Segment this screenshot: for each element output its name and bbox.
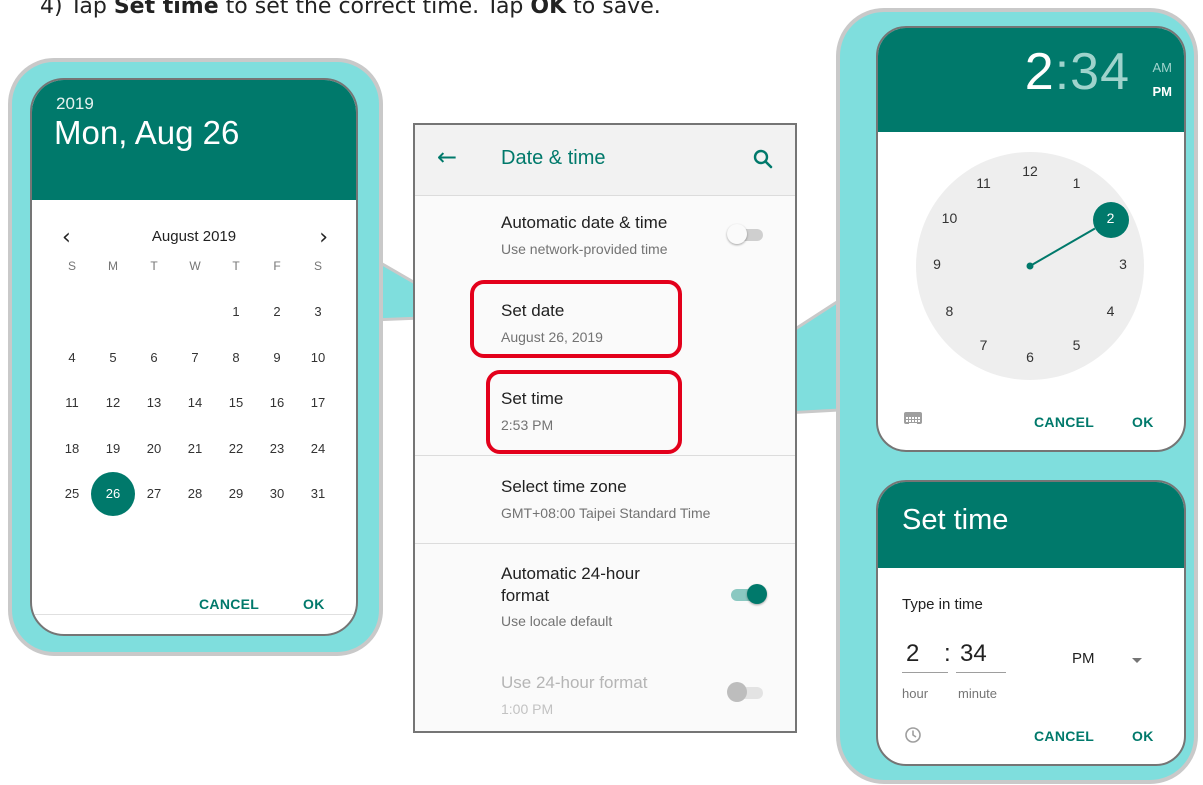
clock-dial[interactable]: 12 1 2 3 4 5 6 7 8 9 10 11 [916, 152, 1144, 380]
dialog-title: Set time [902, 504, 1009, 536]
ok-button[interactable]: OK [1132, 414, 1154, 430]
calendar-day[interactable]: 23 [257, 429, 297, 469]
calendar-day[interactable]: 1 [216, 292, 256, 332]
app-bar: ← Date & time [415, 125, 795, 196]
setting-automatic-24-hour-line1: Automatic 24-hour [501, 564, 640, 583]
am-pm-select[interactable]: PM [1072, 650, 1095, 667]
calendar-day[interactable]: 12 [93, 383, 133, 423]
calendar-day[interactable]: 15 [216, 383, 256, 423]
set-date-highlight [470, 280, 682, 358]
calendar-day[interactable]: 28 [175, 474, 215, 514]
divider [32, 614, 356, 615]
year-label[interactable]: 2019 [56, 94, 94, 114]
clock-icon[interactable] [904, 726, 922, 744]
calendar-day[interactable]: 5 [93, 338, 133, 378]
cancel-button[interactable]: CANCEL [1034, 414, 1094, 430]
calendar-day[interactable]: 18 [52, 429, 92, 469]
date-picker-dialog: 2019 Mon, Aug 26 ‹ August 2019 › SMTWTFS… [30, 78, 358, 636]
calendar-day[interactable]: 3 [298, 292, 338, 332]
time-separator: : [1054, 43, 1071, 101]
selected-hour[interactable]: 2 [1025, 43, 1055, 101]
cancel-button[interactable]: CANCEL [199, 596, 259, 612]
calendar-day[interactable]: 14 [175, 383, 215, 423]
weekday-header: T [232, 259, 240, 273]
cancel-button[interactable]: CANCEL [1034, 728, 1094, 744]
calendar-day[interactable]: 16 [257, 383, 297, 423]
weekday-header: S [313, 259, 322, 273]
pm-toggle[interactable]: PM [1153, 84, 1173, 99]
type-in-time-dialog: Set time Type in time 2 : 34 hour minute… [876, 480, 1186, 766]
calendar-day[interactable]: 17 [298, 383, 338, 423]
calendar-day[interactable]: 10 [298, 338, 338, 378]
set-time-highlight [486, 370, 682, 454]
calendar-day[interactable]: 8 [216, 338, 256, 378]
minute-underline [956, 672, 1006, 673]
calendar-day[interactable]: 4 [52, 338, 92, 378]
weekday-header: S [67, 259, 76, 273]
calendar-day[interactable]: 27 [134, 474, 174, 514]
am-toggle[interactable]: AM [1153, 60, 1173, 75]
hour-caption: hour [902, 686, 929, 701]
calendar-day[interactable]: 21 [175, 429, 215, 469]
type-in-header: Set time [878, 482, 1184, 568]
calendar-day[interactable]: 7 [175, 338, 215, 378]
calendar-day[interactable]: 6 [134, 338, 174, 378]
setting-use-24-hour-summary: 1:00 PM [501, 701, 554, 717]
month-label: August 2019 [151, 228, 237, 245]
keyboard-icon[interactable] [904, 412, 922, 425]
setting-automatic-date-time-summary: Use network-provided time [501, 241, 668, 257]
weekday-header: F [273, 259, 281, 273]
clock-time-picker-dialog: 2:34 AM PM 12 1 2 3 4 5 6 7 8 9 10 11 CANCEL OK [876, 26, 1186, 452]
hour-input[interactable]: 2 [906, 640, 919, 668]
calendar-day[interactable]: 29 [216, 474, 256, 514]
selected-day[interactable]: 26 [91, 472, 135, 516]
automatic-24-hour-toggle[interactable] [727, 584, 767, 604]
ok-button[interactable]: OK [1132, 728, 1154, 744]
time-colon: : [944, 640, 951, 667]
minute-caption: minute [958, 686, 998, 701]
date-picker-header: 2019 Mon, Aug 26 [32, 80, 356, 200]
setting-automatic-24-hour-line2: format [501, 586, 550, 605]
divider [415, 455, 795, 456]
use-24-hour-toggle [727, 682, 767, 702]
weekday-header: W [189, 259, 201, 273]
setting-automatic-date-time[interactable]: Automatic date & time [501, 213, 667, 233]
weekday-header: M [108, 259, 118, 273]
calendar-day[interactable]: 2 [257, 292, 297, 332]
calendar-day[interactable]: 22 [216, 429, 256, 469]
clock-hand [1026, 227, 1096, 270]
setting-automatic-24-hour-summary: Use locale default [501, 613, 613, 629]
dropdown-arrow-icon[interactable] [1132, 658, 1142, 663]
clock-picker-header: 2:34 AM PM [878, 28, 1184, 132]
type-in-label: Type in time [902, 596, 983, 613]
setting-automatic-24-hour-format[interactable]: Automatic 24-hour format [501, 563, 640, 607]
calendar-day[interactable]: 20 [134, 429, 174, 469]
search-icon[interactable] [751, 147, 775, 171]
weekday-header: T [150, 259, 158, 273]
calendar-day[interactable]: 9 [257, 338, 297, 378]
hour-underline [902, 672, 948, 673]
calendar-day[interactable]: 31 [298, 474, 338, 514]
calendar-day[interactable]: 13 [134, 383, 174, 423]
back-arrow-icon[interactable]: ← [437, 143, 457, 171]
setting-select-time-zone-summary: GMT+08:00 Taipei Standard Time [501, 505, 711, 521]
automatic-date-time-toggle[interactable] [727, 224, 767, 244]
setting-use-24-hour-format: Use 24-hour format [501, 673, 648, 692]
calendar-day[interactable]: 11 [52, 383, 92, 423]
selected-minute[interactable]: 34 [1070, 43, 1130, 101]
calendar-day[interactable]: 25 [52, 474, 92, 514]
calendar-day[interactable]: 30 [257, 474, 297, 514]
setting-select-time-zone[interactable]: Select time zone [501, 477, 627, 497]
selected-date-label: Mon, Aug 26 [54, 114, 240, 151]
minute-input[interactable]: 34 [960, 640, 987, 668]
chevron-right-icon[interactable]: › [319, 227, 328, 249]
ok-button[interactable]: OK [303, 596, 325, 612]
divider [415, 543, 795, 544]
selected-time-display: 2:34 [1025, 42, 1130, 102]
calendar-day[interactable]: 24 [298, 429, 338, 469]
calendar-day[interactable]: 19 [93, 429, 133, 469]
page-title: Date & time [501, 147, 606, 169]
